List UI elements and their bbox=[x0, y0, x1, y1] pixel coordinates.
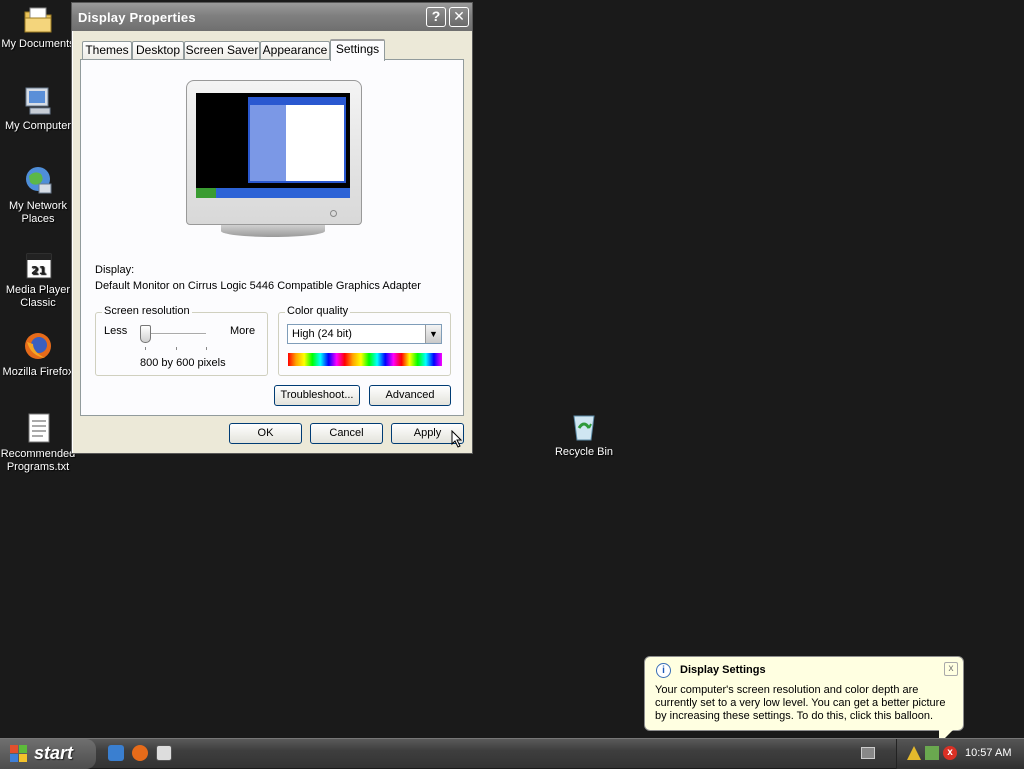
desktop-icon-my-network-places[interactable]: My Network Places bbox=[0, 164, 76, 226]
quicklaunch-media-player-icon[interactable] bbox=[156, 745, 172, 761]
desktop-icon-my-computer[interactable]: My Computer bbox=[0, 84, 76, 133]
mouse-cursor-icon bbox=[451, 430, 463, 448]
quicklaunch-ie-icon[interactable] bbox=[108, 745, 124, 761]
desktop-icon-label: My Documents bbox=[1, 38, 75, 50]
advanced-button[interactable]: Advanced bbox=[369, 385, 451, 406]
desktop-icon-label: Recycle Bin bbox=[554, 446, 614, 458]
security-warning-icon[interactable] bbox=[907, 746, 921, 760]
desktop-icon-recycle-bin[interactable]: Recycle Bin bbox=[548, 410, 620, 458]
desktop-icon-label: Recommended Programs.txt bbox=[0, 448, 76, 473]
info-icon: i bbox=[656, 663, 671, 678]
svg-text:21: 21 bbox=[31, 264, 46, 277]
help-button[interactable]: ? bbox=[426, 7, 446, 27]
balloon-title: Display Settings bbox=[680, 664, 766, 676]
tab-settings[interactable]: Settings bbox=[330, 39, 385, 61]
color-quality-legend: Color quality bbox=[285, 305, 351, 317]
color-quality-select[interactable]: High (24 bit) ▼ bbox=[287, 324, 442, 344]
chevron-down-icon[interactable]: ▼ bbox=[425, 325, 441, 343]
color-spectrum-bar bbox=[288, 353, 442, 366]
monitor-preview bbox=[186, 80, 362, 225]
ok-button[interactable]: OK bbox=[229, 423, 302, 444]
preview-window bbox=[248, 97, 346, 183]
taskbar-clock[interactable]: 10:57 AM bbox=[965, 747, 1011, 759]
resolution-slider-thumb[interactable] bbox=[140, 325, 151, 343]
desktop-icon-media-player-classic[interactable]: 21 Media Player Classic bbox=[0, 248, 76, 310]
slider-more-label: More bbox=[230, 325, 256, 337]
screen-resolution-group: Screen resolution Less More 800 by 600 p… bbox=[95, 305, 268, 376]
desktop-icon-label: My Computer bbox=[4, 120, 72, 132]
text-file-icon bbox=[21, 412, 55, 446]
windows-flag-icon bbox=[10, 745, 28, 763]
taskbar: start x 10:57 AM bbox=[0, 738, 1024, 769]
computer-icon bbox=[21, 84, 55, 118]
monitor-screen bbox=[196, 93, 350, 198]
keyboard-language-icon[interactable] bbox=[861, 747, 875, 759]
desktop-icon-recommended-programs[interactable]: Recommended Programs.txt bbox=[0, 412, 76, 474]
start-button[interactable]: start bbox=[0, 739, 96, 769]
close-button[interactable]: ✕ bbox=[449, 7, 469, 27]
desktop-icon-mozilla-firefox[interactable]: Mozilla Firefox bbox=[0, 330, 76, 379]
cancel-button[interactable]: Cancel bbox=[310, 423, 383, 444]
window-titlebar[interactable]: Display Properties ? ✕ bbox=[72, 3, 472, 31]
start-label: start bbox=[34, 743, 74, 763]
monitor-stand bbox=[221, 225, 325, 237]
monitor-power-led bbox=[330, 210, 337, 217]
balloon-close-button[interactable]: x bbox=[944, 662, 958, 676]
desktop-icon-label: My Network Places bbox=[8, 200, 68, 225]
display-label: Display: bbox=[95, 264, 135, 276]
display-settings-balloon[interactable]: i Display Settings x Your computer's scr… bbox=[644, 656, 964, 744]
network-connection-icon[interactable] bbox=[925, 746, 939, 760]
error-x-icon[interactable]: x bbox=[943, 746, 957, 760]
quicklaunch-firefox-icon[interactable] bbox=[132, 745, 148, 761]
desktop-icon-label: Media Player Classic bbox=[5, 284, 71, 309]
preview-taskbar bbox=[196, 188, 350, 198]
resolution-value: 800 by 600 pixels bbox=[140, 357, 226, 369]
screen-resolution-legend: Screen resolution bbox=[102, 305, 192, 317]
color-quality-selected: High (24 bit) bbox=[292, 328, 352, 340]
tab-appearance[interactable]: Appearance bbox=[260, 41, 330, 60]
slider-tick bbox=[176, 347, 177, 350]
color-quality-group: Color quality High (24 bit) ▼ bbox=[278, 305, 451, 376]
settings-panel: Display: Default Monitor on Cirrus Logic… bbox=[80, 59, 464, 416]
display-value: Default Monitor on Cirrus Logic 5446 Com… bbox=[95, 280, 421, 292]
network-globe-icon bbox=[21, 164, 55, 198]
desktop-icon-my-documents[interactable]: My Documents bbox=[0, 2, 76, 51]
recycle-bin-icon bbox=[567, 410, 601, 444]
window-title: Display Properties bbox=[78, 9, 196, 25]
balloon-text: Your computer's screen resolution and co… bbox=[655, 684, 946, 722]
slider-less-label: Less bbox=[104, 325, 128, 337]
tab-screen-saver[interactable]: Screen Saver bbox=[184, 41, 260, 60]
media-player-icon: 21 bbox=[21, 248, 55, 282]
slider-tick bbox=[145, 347, 146, 350]
folder-icon bbox=[21, 2, 55, 36]
tab-desktop[interactable]: Desktop bbox=[132, 41, 184, 60]
display-properties-window: Display Properties ? ✕ Themes Desktop Sc… bbox=[71, 2, 473, 454]
desktop-icon-label: Mozilla Firefox bbox=[2, 366, 74, 378]
troubleshoot-button[interactable]: Troubleshoot... bbox=[274, 385, 360, 406]
firefox-icon bbox=[21, 330, 55, 364]
tab-themes[interactable]: Themes bbox=[82, 41, 132, 60]
slider-tick bbox=[206, 347, 207, 350]
